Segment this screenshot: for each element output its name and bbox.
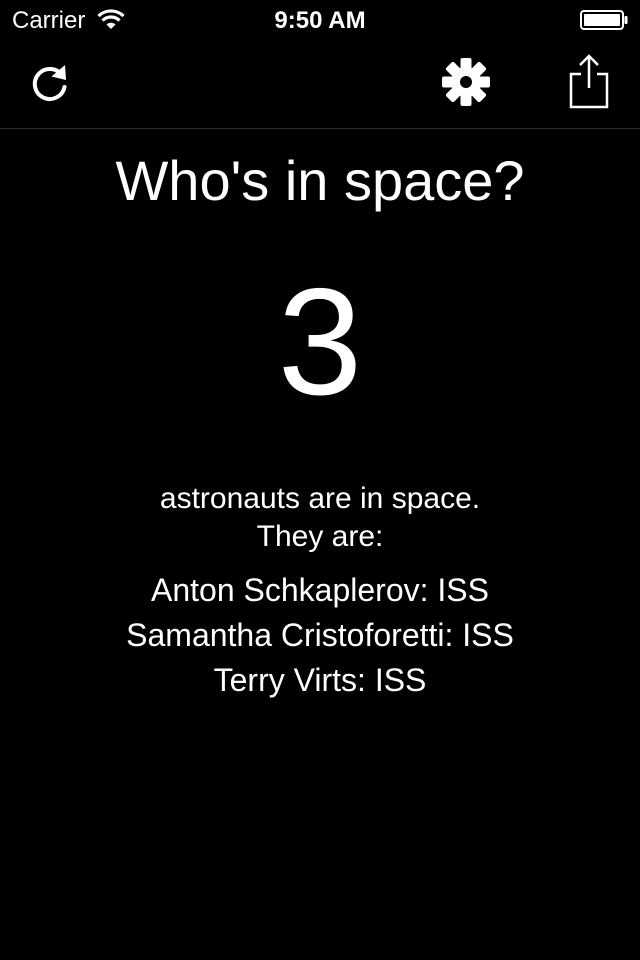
list-item: Anton Schkaplerov: ISS [151, 572, 489, 608]
astronaut-count: 3 [277, 257, 363, 427]
share-icon [569, 54, 609, 109]
status-time: 9:50 AM [274, 7, 366, 34]
subtitle-line-1: astronauts are in space. [159, 482, 481, 515]
share-button[interactable] [566, 52, 612, 110]
list-item: Samantha Cristoforetti: ISS [126, 617, 514, 653]
subtitle: astronauts are in space. They are: [0, 480, 640, 556]
settings-button[interactable] [440, 56, 492, 108]
gear-icon [442, 58, 490, 106]
page-title: Who's in space? [115, 149, 525, 212]
toolbar [0, 40, 640, 129]
battery-icon [580, 10, 628, 30]
astronaut-list: Anton Schkaplerov: ISS Samantha Cristofo… [0, 568, 640, 703]
subtitle-line-2: They are: [256, 520, 384, 553]
refresh-icon [32, 65, 67, 101]
status-bar: Carrier 9:50 AM [0, 0, 640, 40]
list-item: Terry Virts: ISS [213, 662, 427, 698]
refresh-button[interactable] [26, 58, 74, 106]
